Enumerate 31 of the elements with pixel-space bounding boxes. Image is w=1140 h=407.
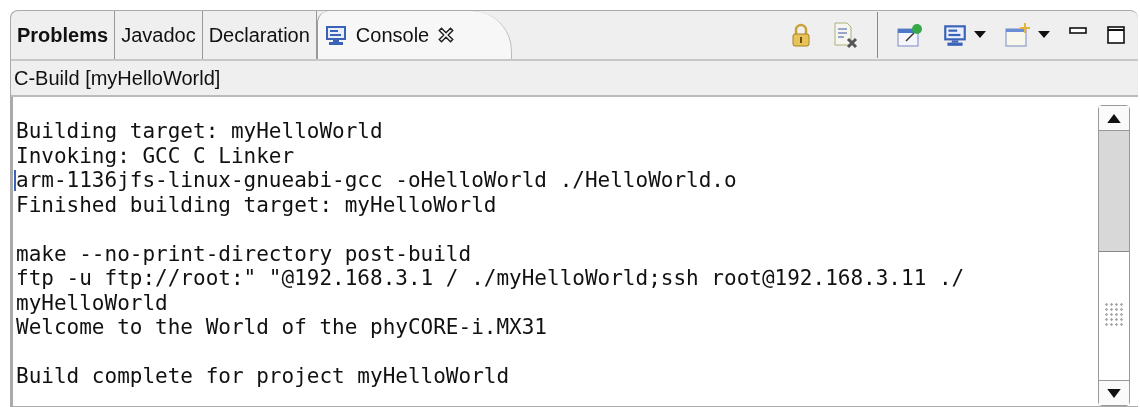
console-line: Welcome to the World of the phyCORE-i.MX31 — [16, 315, 548, 340]
console-line: myHelloWorld — [16, 290, 169, 315]
scroll-down-icon[interactable] — [1107, 388, 1121, 398]
scroll-up-icon[interactable] — [1107, 113, 1121, 123]
console-line: Building target: myHelloWorld — [16, 119, 384, 144]
console-title: C-Build [myHelloWorld] — [14, 66, 221, 90]
tab[interactable]: Console — [316, 11, 513, 59]
monitor-icon — [942, 22, 968, 48]
dropdown-caret-icon[interactable] — [1038, 31, 1050, 39]
maximize-icon[interactable] — [1106, 25, 1126, 45]
scroll-thumb[interactable] — [1099, 131, 1129, 252]
vertical-scrollbar[interactable] — [1098, 105, 1130, 406]
console-line: arm-1136jfs-linux-gnueabi-gcc -oHelloWorld ./HelloWorld.o — [16, 168, 738, 193]
console-line: ftp -u ftp://root:" "@192.168.3.1 / ./myHelloWorld;ssh root@192.168.3.11 ./ — [16, 266, 966, 291]
console-line: Build complete for project myHelloWorld — [16, 364, 511, 389]
grip-icon[interactable] — [1104, 302, 1124, 326]
dropdown-caret-icon[interactable] — [974, 31, 986, 39]
new-console-button[interactable] — [1004, 21, 1050, 49]
new-window-icon — [1004, 21, 1032, 49]
console-line: make --no-print-directory post-build — [16, 241, 473, 266]
console-line: Finished building target: myHelloWorld — [16, 192, 498, 217]
tab[interactable]: Javadoc — [115, 11, 203, 59]
tab[interactable]: Declaration — [202, 11, 317, 59]
lock-icon[interactable] — [789, 22, 813, 48]
close-icon[interactable] — [437, 26, 456, 44]
tab[interactable]: Problems — [11, 11, 116, 59]
console-line: Invoking: GCC C Linker — [16, 143, 296, 168]
pin-window-icon[interactable] — [896, 21, 924, 49]
monitor-icon — [323, 23, 348, 47]
display-menu-button[interactable] — [942, 22, 986, 48]
document-remove-icon[interactable] — [831, 21, 859, 49]
